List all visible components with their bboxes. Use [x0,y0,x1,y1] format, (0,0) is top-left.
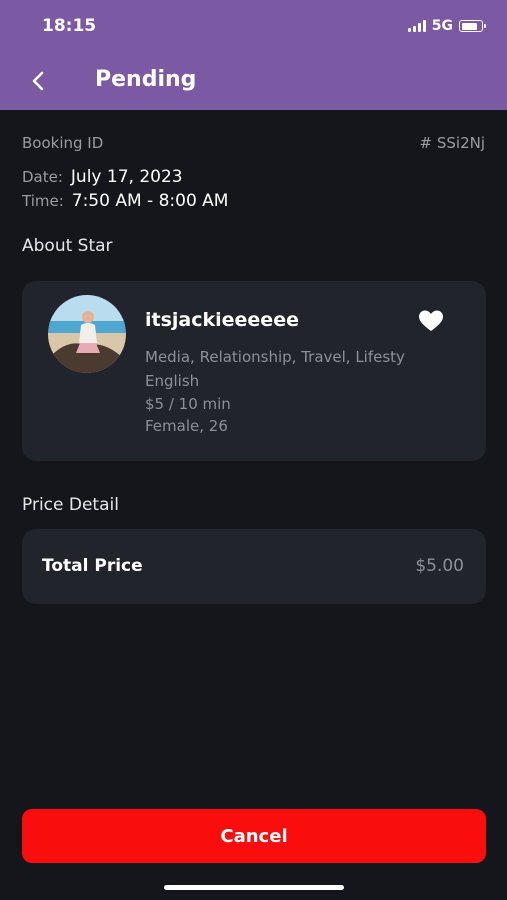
time-value: 7:50 AM - 8:00 AM [71,191,229,211]
time-label: Time: [22,192,64,210]
heart-icon [419,310,443,331]
star-rate: $5 / 10 min [145,395,231,413]
date-label: Date: [22,168,63,186]
battery-icon [459,20,486,32]
booking-id-value: # SSi2Nj [419,134,485,152]
date-value: July 17, 2023 [70,167,183,187]
star-language: English [145,372,200,390]
home-indicator[interactable] [164,885,344,890]
network-type: 5G [431,18,453,34]
back-button[interactable] [26,68,50,94]
price-detail-title: Price Detail [22,495,119,515]
star-name: itsjackieeeeee [145,309,299,331]
total-price-label: Total Price [42,556,143,576]
price-card: Total Price $5.00 [22,529,486,604]
star-categories: Media, Relationship, Travel, Lifesty [145,348,405,366]
avatar[interactable] [48,295,126,373]
booking-time-row: Time: 7:50 AM - 8:00 AM [22,191,228,211]
status-indicators: 5G [407,18,486,34]
about-star-title: About Star [22,236,113,256]
status-time: 18:15 [42,16,97,36]
star-gender-age: Female, 26 [145,417,228,435]
total-price-value: $5.00 [415,556,464,576]
favorite-button[interactable] [418,309,444,333]
page-title: Pending [95,67,197,92]
back-chevron-icon [32,71,44,91]
app-header: 18:15 5G Pending [0,0,507,110]
signal-icon [407,20,426,32]
cancel-button[interactable]: Cancel [22,809,486,863]
star-card[interactable]: itsjackieeeeee Media, Relationship, Trav… [22,281,486,461]
booking-id-label: Booking ID [22,134,104,152]
booking-date-row: Date: July 17, 2023 [22,167,183,187]
